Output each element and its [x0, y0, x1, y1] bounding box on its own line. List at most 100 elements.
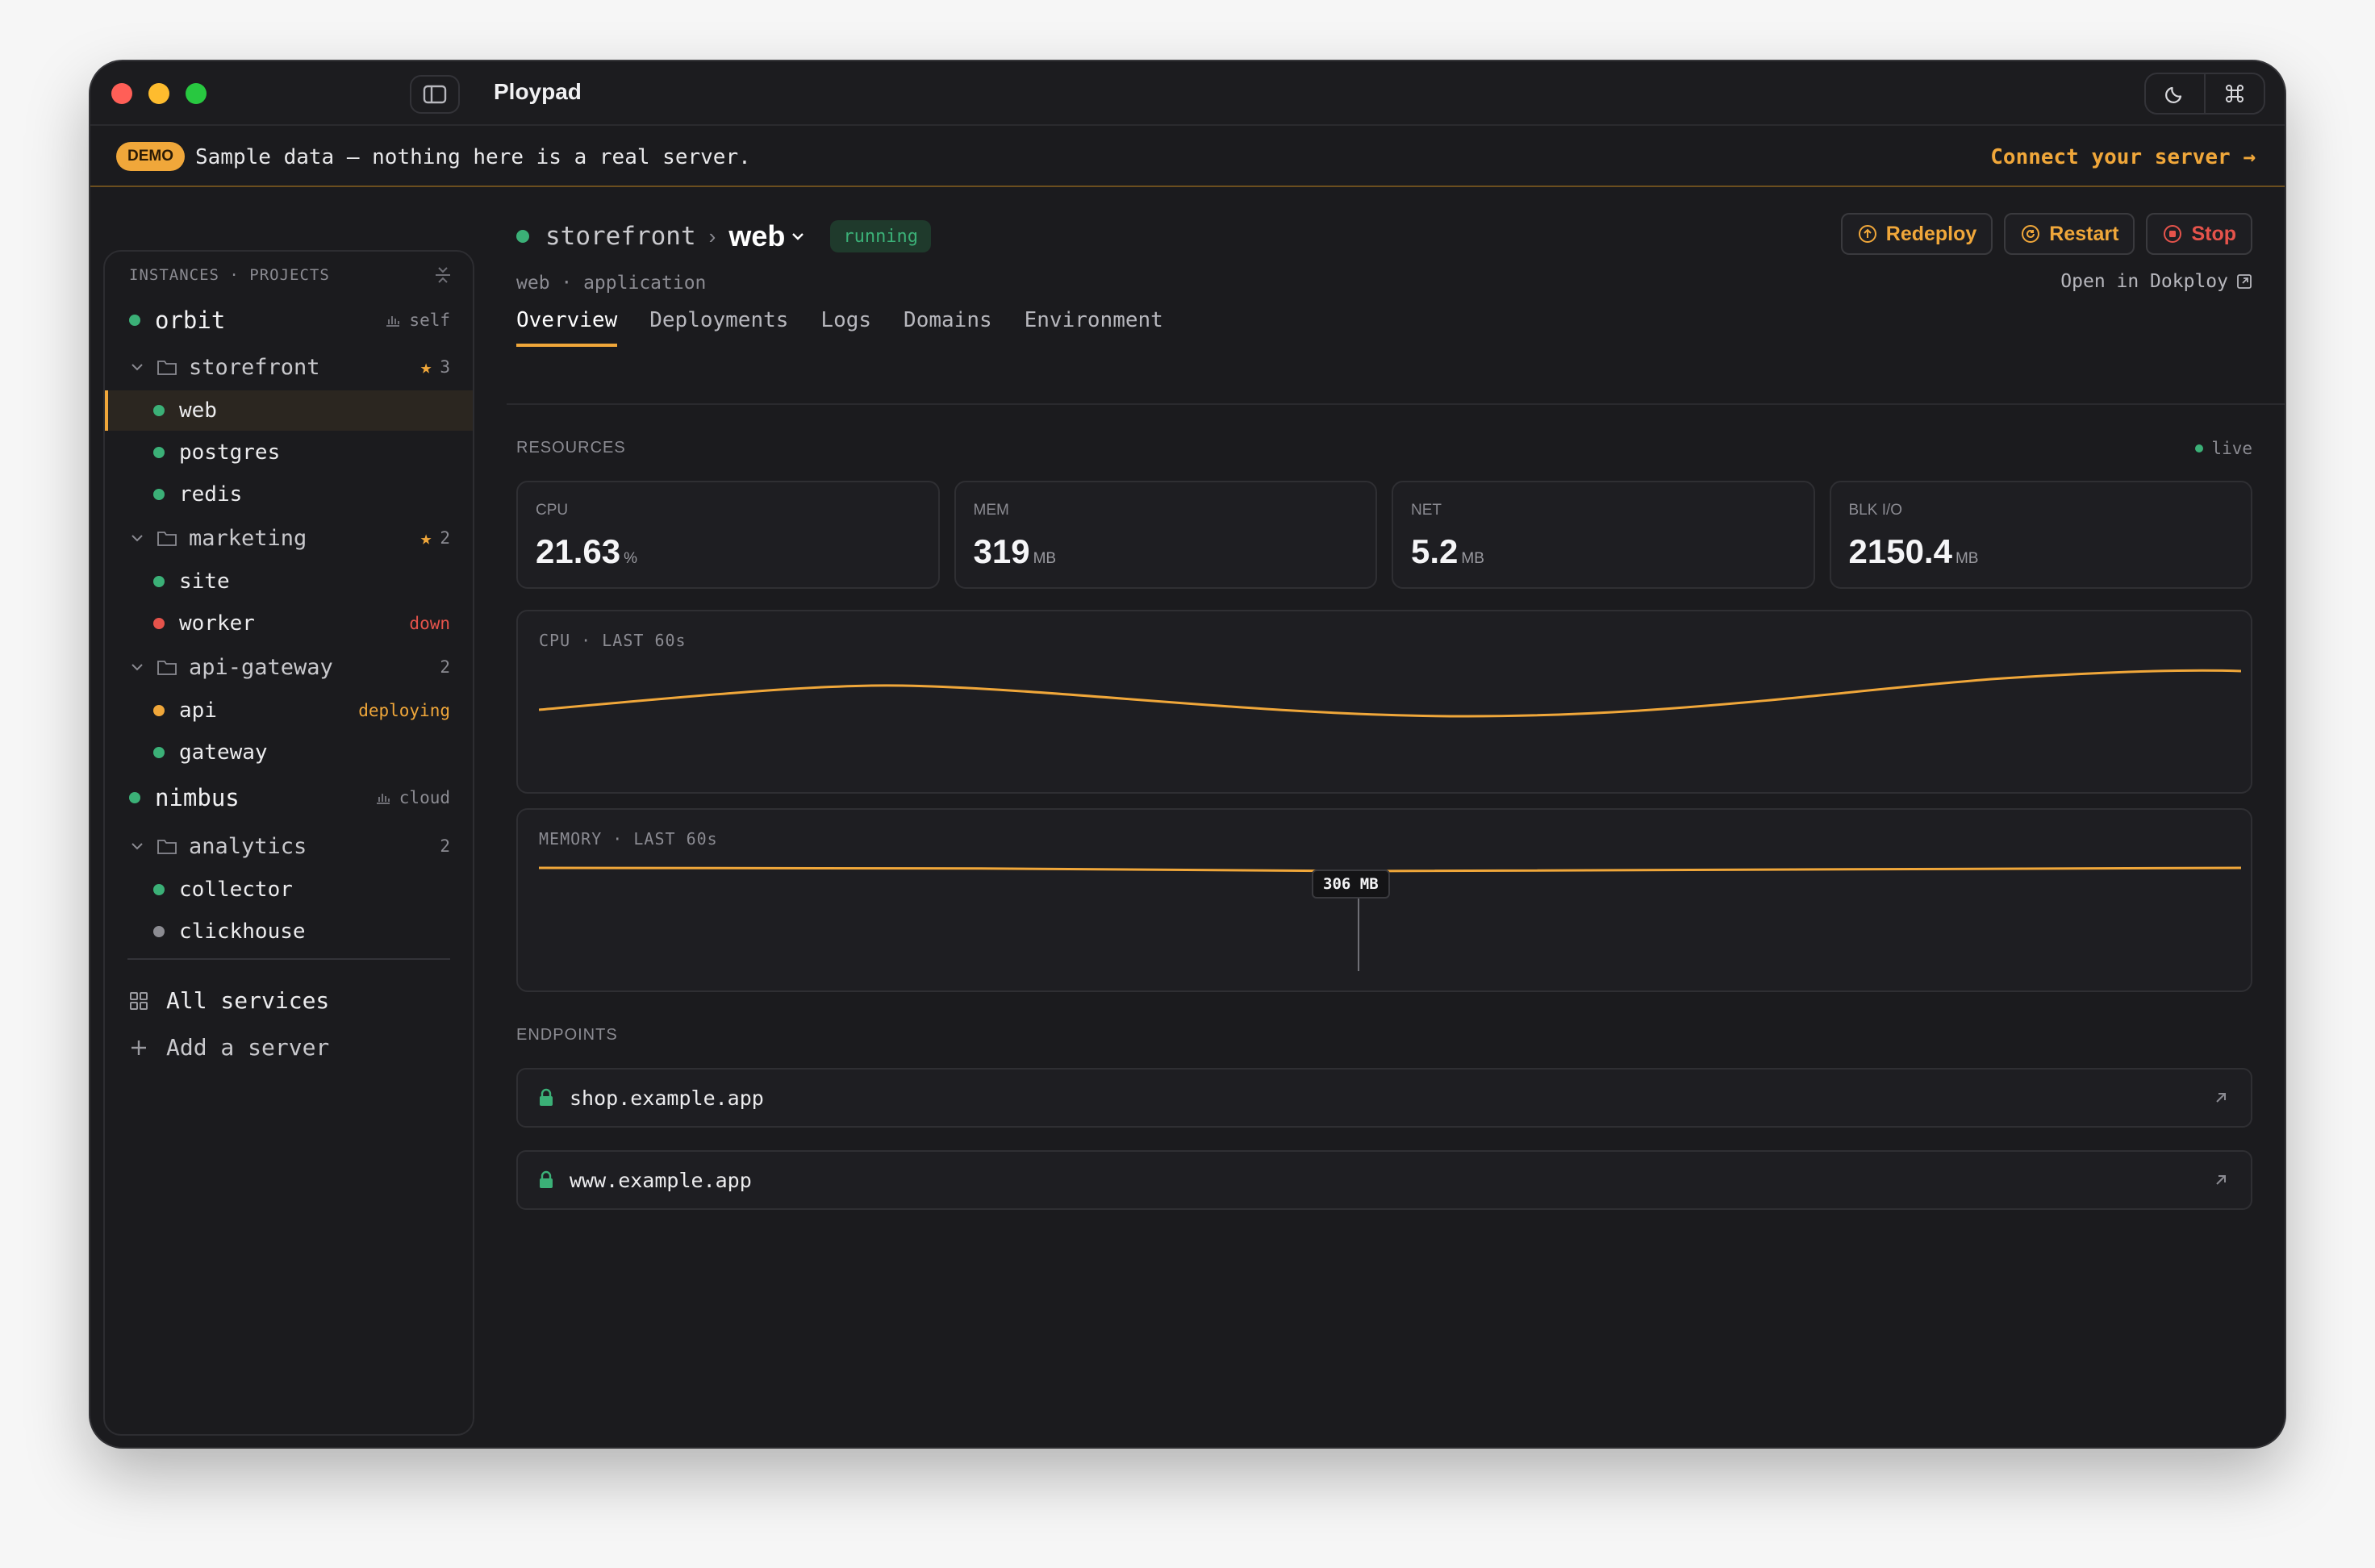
tab-overview[interactable]: Overview: [516, 308, 618, 347]
tab-deployments[interactable]: Deployments: [649, 308, 788, 347]
folder-icon: [157, 661, 177, 675]
endpoint-row[interactable]: shop.example.app: [516, 1068, 2252, 1128]
live-dot: [2195, 444, 2204, 452]
server-status-dot: [129, 792, 140, 803]
metric-number: 5.2: [1411, 532, 1459, 570]
status-badge: running: [830, 220, 932, 252]
sidebar-toggle-button[interactable]: [410, 75, 460, 114]
sidebar-service-gateway[interactable]: gateway: [105, 732, 473, 773]
plus-icon: [131, 1040, 146, 1055]
sidebar-header: INSTANCES · PROJECTS: [129, 266, 330, 284]
resource-metrics: CPU 21.63% MEM 319 MB NET 5.2 MB BLK I/O 2…: [516, 481, 2252, 589]
project-count: 2: [440, 528, 450, 548]
command-palette-button[interactable]: [2206, 74, 2264, 113]
main-panel: storefront › web running web · applicati…: [507, 187, 2285, 1447]
metric-unit: MB: [1461, 550, 1484, 567]
metric-value: 2150.4 MB: [1849, 532, 1979, 571]
memory-chart-card: MEMORY · LAST 60s 306 MB: [516, 808, 2252, 992]
connect-server-link[interactable]: Connect your server →: [1990, 145, 2256, 169]
service-status-dot: [153, 884, 165, 895]
cpu-chart-card: CPU · LAST 60s: [516, 610, 2252, 794]
service-status-dot: [516, 230, 529, 243]
sidebar-server-nimbus[interactable]: nimbus cloud: [105, 778, 473, 818]
project-name: storefront: [189, 354, 320, 380]
breadcrumb-current[interactable]: web: [728, 219, 785, 253]
cpu-sparkline: [539, 669, 2241, 718]
metric-card-mem: MEM 319 MB: [954, 481, 1377, 589]
service-subline: web · application: [516, 273, 707, 294]
project-name: analytics: [189, 833, 307, 859]
service-name: collector: [179, 878, 293, 902]
memory-line: [539, 866, 2241, 874]
minimize-window-button[interactable]: [148, 83, 169, 104]
service-status-dot: [153, 747, 165, 758]
add-server-button[interactable]: Add a server: [129, 1034, 329, 1061]
project-count: 2: [440, 657, 450, 677]
endpoint-row[interactable]: www.example.app: [516, 1150, 2252, 1210]
sidebar-service-postgres[interactable]: postgres: [105, 432, 473, 473]
sidebar-service-redis[interactable]: redis: [105, 474, 473, 515]
service-name: web: [179, 398, 217, 423]
redeploy-label: Redeploy: [1885, 222, 1977, 245]
sidebar-service-api[interactable]: api deploying: [105, 690, 473, 731]
sidebar-project-storefront[interactable]: storefront ★ 3: [105, 347, 473, 387]
sidebar-service-clickhouse[interactable]: clickhouse: [105, 911, 473, 952]
lock-icon: [540, 1088, 553, 1106]
demo-banner-text: Sample data — nothing here is a real ser…: [195, 145, 751, 169]
title-bar: Ploypad: [90, 61, 2285, 126]
service-status-note: deploying: [358, 701, 450, 720]
metric-card-cpu: CPU 21.63%: [516, 481, 940, 589]
sidebar-service-web[interactable]: web: [105, 390, 473, 431]
app-title: Ploypad: [494, 79, 582, 104]
all-services-label: All services: [166, 987, 330, 1014]
resources-section-label: RESOURCES: [516, 439, 626, 457]
server-name: nimbus: [155, 784, 240, 811]
collapse-all-button[interactable]: [434, 265, 452, 289]
service-actions: Redeploy Restart Stop: [1840, 213, 2252, 255]
sidebar-project-analytics[interactable]: analytics 2: [105, 826, 473, 866]
sidebar-server-orbit[interactable]: orbit self: [105, 300, 473, 340]
endpoint-url: www.example.app: [570, 1168, 752, 1192]
open-in-dokploy-link[interactable]: Open in Dokploy: [2060, 271, 2252, 292]
tab-environment[interactable]: Environment: [1025, 308, 1163, 347]
tab-logs[interactable]: Logs: [820, 308, 871, 347]
service-status-dot: [153, 447, 165, 458]
project-count: 2: [440, 836, 450, 856]
redeploy-button[interactable]: Redeploy: [1840, 213, 1993, 255]
theme-toggle-button[interactable]: [2146, 74, 2206, 113]
metric-value: 5.2 MB: [1411, 532, 1484, 571]
service-status-note: down: [409, 614, 450, 633]
metric-number: 21.63: [536, 532, 621, 570]
folder-icon: [157, 840, 177, 854]
grid-icon: [130, 991, 148, 1010]
restart-button[interactable]: Restart: [2004, 213, 2135, 255]
all-services-button[interactable]: All services: [129, 987, 329, 1014]
project-count: 3: [440, 357, 450, 377]
project-meta: ★ 3: [420, 356, 450, 378]
sidebar-divider: [127, 958, 450, 960]
metric-card-net: NET 5.2 MB: [1392, 481, 1815, 589]
tab-domains[interactable]: Domains: [904, 308, 992, 347]
sidebar-service-collector[interactable]: collector: [105, 869, 473, 910]
sidebar: INSTANCES · PROJECTS orbit self storefro…: [103, 250, 474, 1436]
chevron-down-icon[interactable]: [790, 230, 806, 243]
service-status-dot: [153, 926, 165, 937]
zoom-window-button[interactable]: [186, 83, 207, 104]
stop-button[interactable]: Stop: [2146, 213, 2252, 255]
lock-icon: [540, 1170, 553, 1188]
open-in-dokploy-label: Open in Dokploy: [2060, 271, 2228, 292]
sidebar-service-site[interactable]: site: [105, 561, 473, 602]
server-tag: cloud: [375, 788, 450, 807]
arrow-up-right-icon[interactable]: [2212, 1171, 2230, 1189]
sidebar-service-worker[interactable]: worker down: [105, 603, 473, 644]
folder-icon: [157, 532, 177, 546]
sidebar-project-marketing[interactable]: marketing ★ 2: [105, 518, 473, 558]
add-server-label: Add a server: [166, 1034, 330, 1061]
arrow-up-right-icon[interactable]: [2212, 1089, 2230, 1107]
close-window-button[interactable]: [111, 83, 132, 104]
sidebar-project-api-gateway[interactable]: api-gateway 2: [105, 647, 473, 687]
stop-label: Stop: [2191, 222, 2236, 245]
bar-chart-icon: [386, 316, 400, 327]
restart-label: Restart: [2049, 222, 2119, 245]
breadcrumb-parent[interactable]: storefront: [545, 222, 696, 251]
